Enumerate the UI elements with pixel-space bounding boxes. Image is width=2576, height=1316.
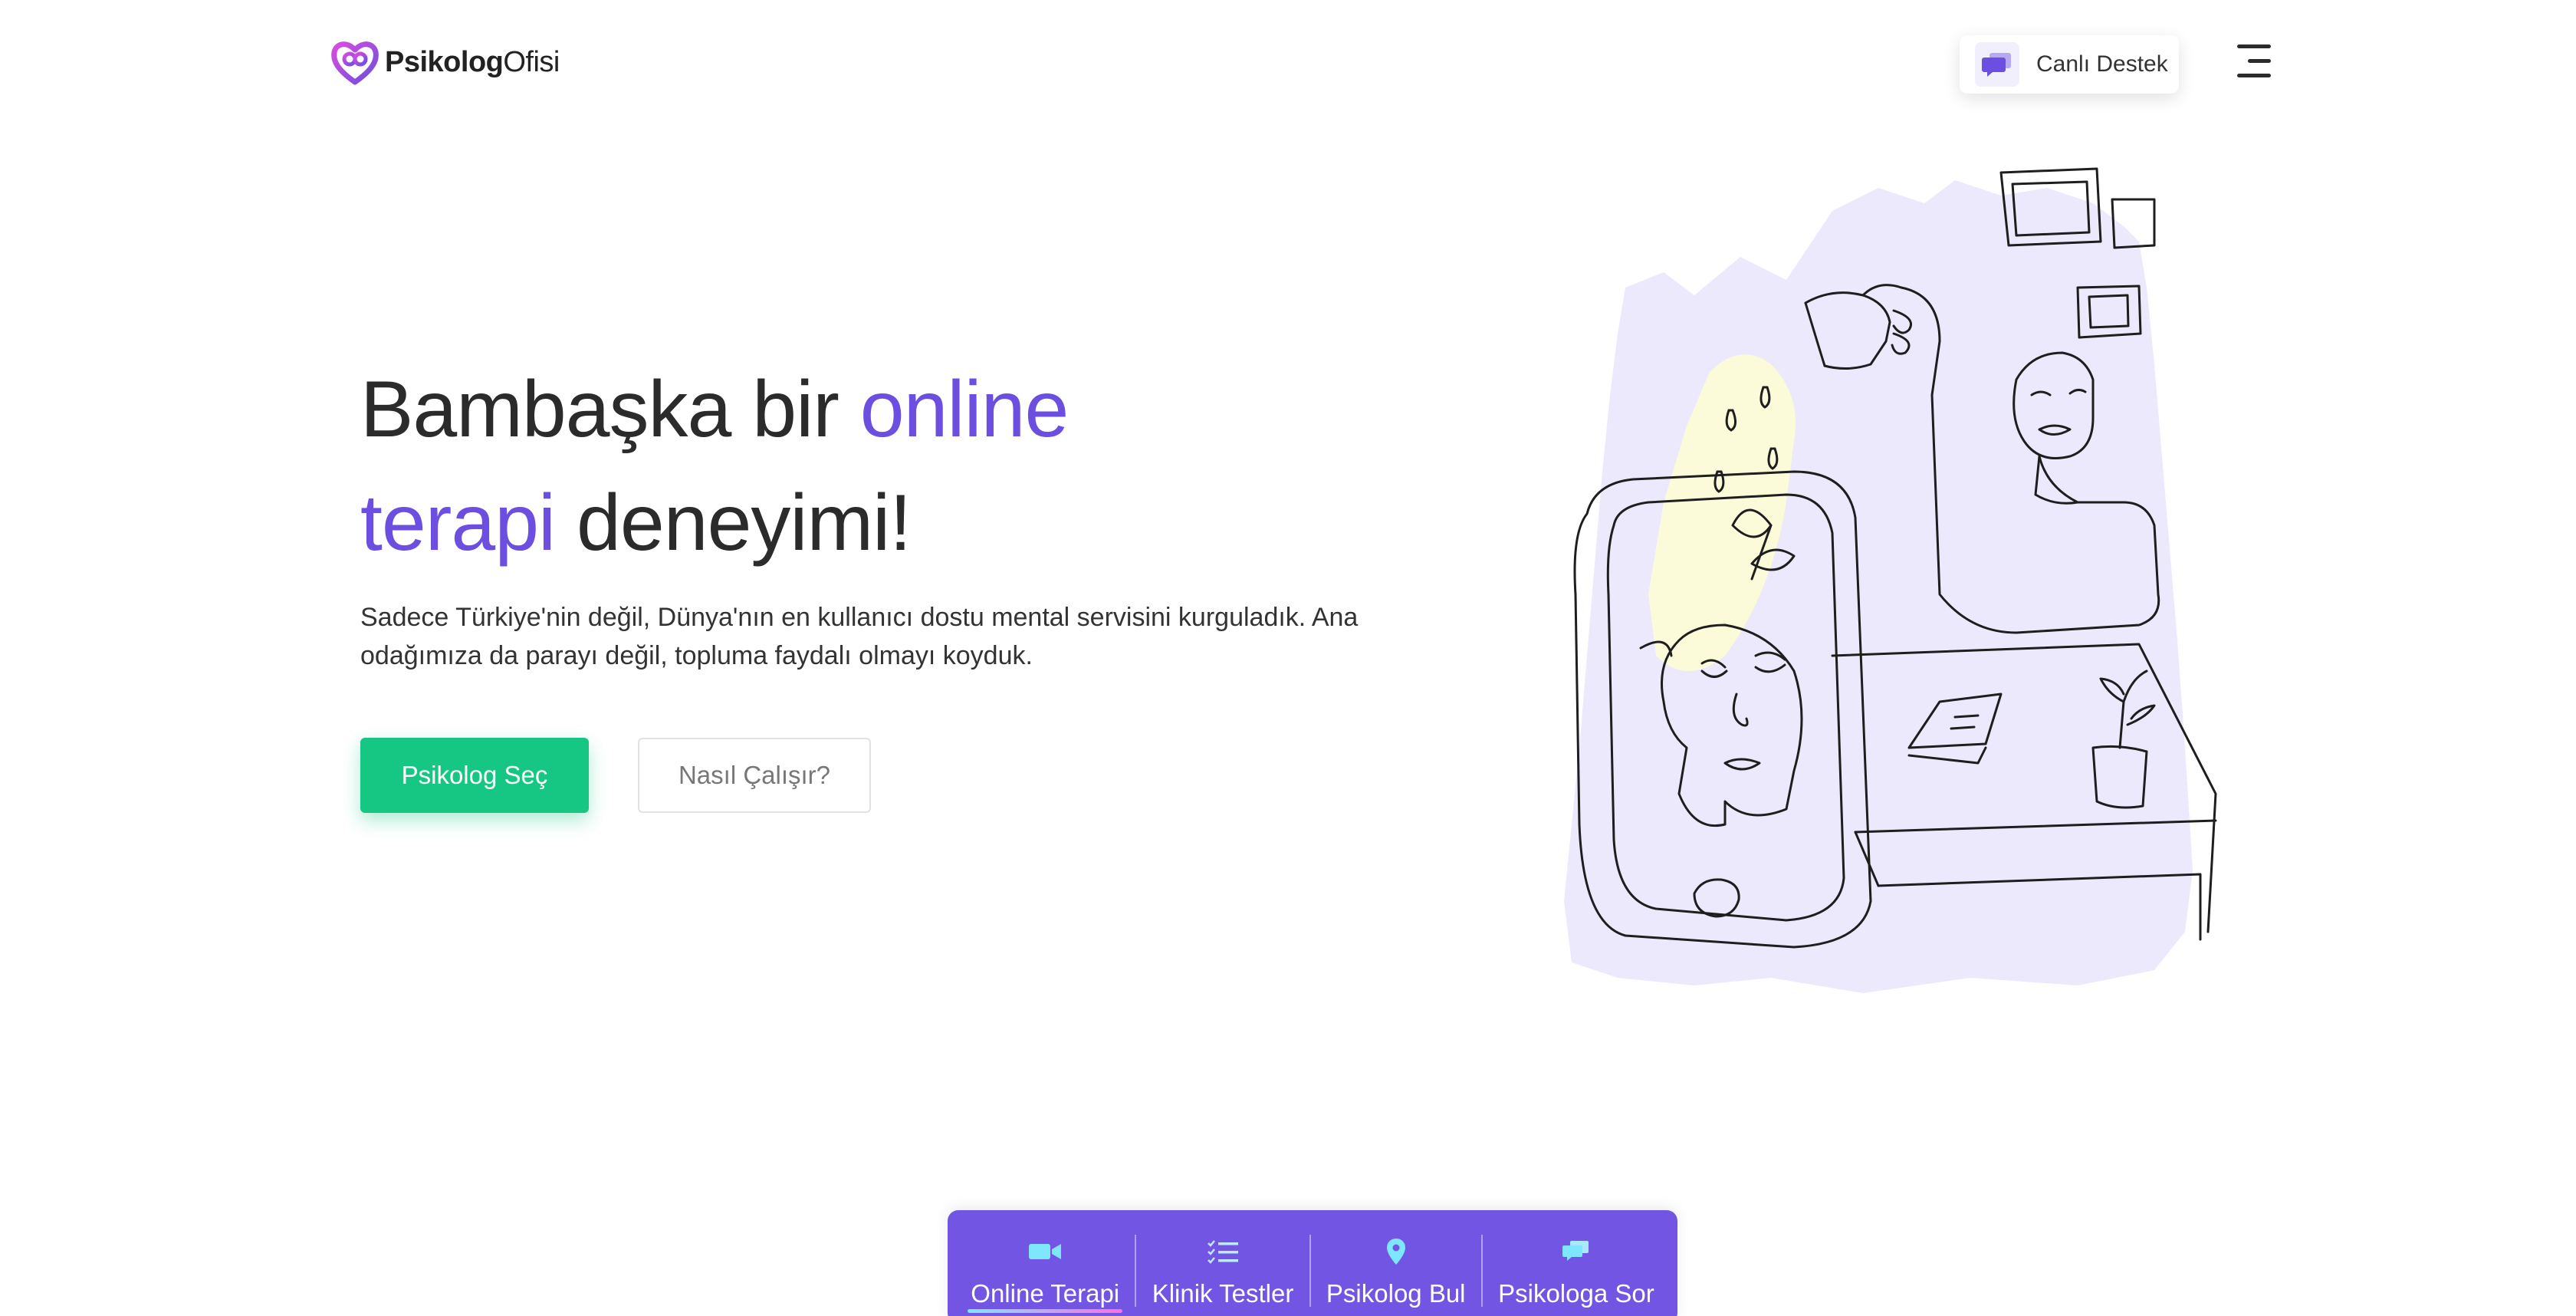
logo-text: PsikologOfisi <box>385 45 560 78</box>
menu-line <box>2237 44 2271 48</box>
hero-title: Bambaşka bir online terapi deneyimi! <box>360 365 1069 568</box>
hero-description: Sadece Türkiye'nin değil, Dünya'nın en k… <box>360 603 1359 670</box>
bottom-navigation: Online Terapi Klinik Testler Psikolog Bu… <box>948 1210 1677 1316</box>
nav-find-psychologist-label: Psikolog Bul <box>1326 1279 1466 1308</box>
nav-online-therapy[interactable]: Online Terapi <box>955 1221 1135 1316</box>
nav-find-psychologist[interactable]: Psikolog Bul <box>1311 1221 1481 1316</box>
nav-clinical-tests-label: Klinik Testler <box>1152 1279 1294 1308</box>
chat-icon <box>1562 1236 1590 1267</box>
live-support-button[interactable]: Canlı Destek <box>1960 35 2179 94</box>
hero-illustration <box>1564 167 2217 993</box>
menu-line <box>2237 74 2271 77</box>
how-it-works-button[interactable]: Nasıl Çalışır? <box>638 738 871 813</box>
nav-clinical-tests[interactable]: Klinik Testler <box>1136 1221 1309 1316</box>
hamburger-menu-icon[interactable] <box>2233 44 2271 78</box>
logo[interactable]: PsikologOfisi <box>331 38 560 86</box>
active-tab-indicator <box>968 1309 1123 1313</box>
chat-bubbles-icon <box>1975 42 2019 87</box>
checklist-icon <box>1207 1236 1239 1267</box>
video-camera-icon <box>1027 1236 1063 1267</box>
menu-line <box>2248 59 2271 63</box>
nav-ask-psychologist[interactable]: Psikologa Sor <box>1483 1221 1670 1316</box>
choose-psychologist-button[interactable]: Psikolog Seç <box>360 738 589 813</box>
nav-ask-psychologist-label: Psikologa Sor <box>1498 1279 1654 1308</box>
location-pin-icon <box>1386 1236 1406 1267</box>
live-support-label: Canlı Destek <box>2036 51 2168 77</box>
heart-logo-icon <box>331 41 379 85</box>
nav-online-therapy-label: Online Terapi <box>971 1279 1120 1308</box>
